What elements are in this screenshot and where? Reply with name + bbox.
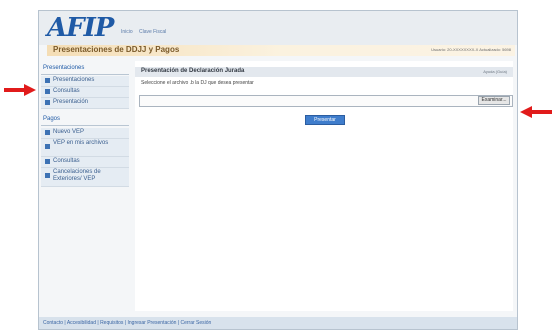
file-path-input[interactable] — [140, 96, 470, 106]
sidebar-item-vep-archivos[interactable]: VEP en mis archivos — [41, 139, 129, 157]
sidebar-item-label: Cancelaciones de Exteriores/ VEP — [53, 169, 101, 182]
sidebar-item-label: Presentaciones — [53, 77, 95, 83]
main-content: Presentación de Declaración Jurada Ayuda… — [135, 61, 513, 311]
instruction-text: Seleccione el archivo .b la DJ que desea… — [141, 80, 254, 86]
square-bullet-icon — [45, 130, 50, 135]
browse-button[interactable]: Examinar... — [478, 96, 510, 105]
user-meta: Usuario: 20-XXXXXXXX-X Actualizado: 5698 — [431, 47, 511, 52]
afip-logo[interactable]: AFIP — [47, 13, 114, 43]
sidebar-item-consultas-pagos[interactable]: Consultas — [41, 157, 129, 168]
square-bullet-icon — [45, 173, 50, 178]
square-bullet-icon — [45, 89, 50, 94]
square-bullet-icon — [45, 144, 50, 149]
content-header: Presentación de Declaración Jurada Ayuda… — [135, 67, 513, 77]
page-title: Presentaciones de DDJJ y Pagos — [53, 45, 180, 54]
header-link-clave-fiscal[interactable]: Clave Fiscal — [139, 29, 166, 35]
square-bullet-icon — [45, 78, 50, 83]
sidebar-item-nuevo-vep[interactable]: Nuevo VEP — [41, 128, 129, 139]
sidebar-divider — [41, 125, 129, 126]
sidebar-section-presentaciones: Presentaciones — [43, 65, 85, 71]
sidebar-item-consultas[interactable]: Consultas — [41, 87, 129, 98]
square-bullet-icon — [45, 100, 50, 105]
content-title: Presentación de Declaración Jurada — [141, 68, 245, 74]
header-link-inicio[interactable]: Inicio — [121, 29, 133, 35]
sidebar-item-label: Consultas — [53, 88, 80, 94]
sidebar: Presentaciones Presentaciones Consultas … — [39, 61, 132, 311]
square-bullet-icon — [45, 159, 50, 164]
left-pointer-arrow-icon — [4, 84, 36, 96]
sidebar-item-label: Nuevo VEP — [53, 129, 85, 135]
help-link[interactable]: Ayuda (Guía) — [483, 69, 507, 74]
footer: Contacto | Accesibilidad | Requisitos | … — [39, 317, 517, 329]
application-window: AFIP Inicio Clave Fiscal Presentaciones … — [38, 10, 518, 330]
sidebar-item-presentacion[interactable]: Presentación — [41, 98, 129, 109]
sidebar-item-cancelaciones[interactable]: Cancelaciones de Exteriores/ VEP — [41, 168, 129, 187]
file-upload-row: Examinar... — [139, 95, 513, 107]
submit-button[interactable]: Presentar — [305, 115, 345, 125]
sidebar-item-label: Consultas — [53, 158, 80, 164]
footer-links[interactable]: Contacto | Accesibilidad | Requisitos | … — [43, 320, 211, 326]
header: AFIP Inicio Clave Fiscal — [39, 11, 517, 45]
page-banner: Presentaciones de DDJJ y Pagos Usuario: … — [47, 45, 515, 56]
sidebar-item-label: VEP en mis archivos — [53, 140, 109, 146]
sidebar-section-pagos: Pagos — [43, 116, 61, 122]
sidebar-divider — [41, 74, 129, 75]
sidebar-item-label: Presentación — [53, 99, 89, 105]
page: AFIP Inicio Clave Fiscal Presentaciones … — [0, 0, 556, 336]
right-pointer-arrow-icon — [520, 106, 552, 118]
sidebar-item-presentaciones[interactable]: Presentaciones — [41, 76, 129, 87]
